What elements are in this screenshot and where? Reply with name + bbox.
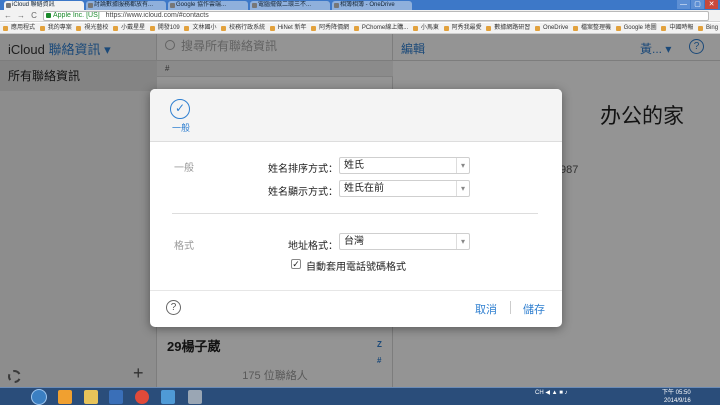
chevron-down-icon: ▾	[456, 234, 469, 249]
browser-toolbar: ← → C Apple Inc. [US] https://www.icloud…	[0, 10, 720, 22]
browser-tabstrip: iCloud 聯絡資訊 討論數據服務都放有... Google 協作雲端... …	[0, 0, 720, 10]
browser-tab-3[interactable]: Google 協作雲端...	[168, 1, 248, 10]
chevron-down-icon: ▾	[456, 158, 469, 173]
save-button[interactable]: 儲存	[523, 301, 545, 317]
browser-tab-4[interactable]: 電腦擺做二環三不...	[250, 1, 330, 10]
page-favicon-icon	[334, 3, 339, 8]
sort-order-label: 姓名排序方式：	[268, 164, 338, 175]
chevron-down-icon: ▾	[456, 181, 469, 196]
page-favicon-icon	[252, 3, 257, 8]
button-separator	[510, 301, 511, 314]
minimize-button[interactable]: —	[677, 0, 690, 9]
bookmark-item[interactable]: 數據網路研習	[486, 23, 530, 33]
word-icon[interactable]	[109, 390, 123, 404]
display-order-select[interactable]: 姓氏在前 ▾	[339, 180, 470, 197]
help-icon[interactable]: ?	[166, 300, 181, 315]
bookmark-item[interactable]: 小戴星星	[113, 23, 145, 33]
address-format-label: 地址格式：	[288, 241, 338, 252]
bookmark-item[interactable]: 校務行政系統	[221, 23, 265, 33]
dialog-header	[150, 89, 562, 142]
auto-phone-format-checkbox[interactable]: ✓	[291, 259, 301, 269]
bookmark-item[interactable]: Bing 翻譯	[698, 23, 720, 33]
taskbar-clock[interactable]: 下午 05:50 2014/9/16	[662, 389, 691, 405]
icloud-favicon-icon	[6, 3, 11, 8]
address-bar[interactable]: Apple Inc. [US] https://www.icloud.com/#…	[43, 11, 709, 21]
bookmark-item[interactable]: 中國時報	[661, 23, 693, 33]
window-controls: — ▢ ✕	[677, 0, 718, 9]
cancel-button[interactable]: 取消	[475, 301, 497, 317]
bookmark-item[interactable]: 開發109	[149, 23, 180, 33]
dialog-divider	[172, 213, 538, 214]
check-circle-icon[interactable]: ✓	[170, 99, 190, 119]
sort-order-select[interactable]: 姓氏 ▾	[339, 157, 470, 174]
bookmark-item[interactable]: 阿秀我最愛	[443, 23, 482, 33]
dialog-footer-divider	[150, 290, 562, 291]
folder-icon[interactable]	[84, 390, 98, 404]
bookmark-item[interactable]: HiNet 新年	[269, 23, 306, 33]
media-player-icon[interactable]	[58, 390, 72, 404]
section-general-label: 一般	[174, 163, 194, 174]
bookmark-item[interactable]: Google 地圖	[615, 23, 657, 33]
forward-button[interactable]: →	[16, 11, 26, 21]
bookmarks-bar: 應用程式 我的專案 視光藝校 小戴星星 開發109 文林國小 校務行政系統 Hi…	[0, 23, 720, 34]
bookmark-item[interactable]: PChome線上購...	[353, 23, 408, 33]
bookmark-item[interactable]: 小馬東	[412, 23, 439, 33]
bookmark-item[interactable]: 阿秀降價網	[311, 23, 349, 33]
maximize-button[interactable]: ▢	[691, 0, 704, 9]
chrome-icon[interactable]	[135, 390, 149, 404]
auto-phone-format-label: 自動套用電話號碼格式	[306, 262, 406, 273]
app-icon[interactable]	[188, 390, 202, 404]
browser-tab-5[interactable]: 相簿相簿 - OneDrive	[332, 1, 412, 10]
lock-icon	[46, 13, 51, 18]
bookmark-item[interactable]: 檔案整理機	[572, 23, 611, 33]
ev-certificate-label: Apple Inc. [US]	[53, 12, 100, 19]
preferences-dialog: ✓ 一般 一般 姓名排序方式： 姓氏 ▾ 姓名顯示方式： 姓氏在前 ▾ 格式 地…	[150, 89, 562, 327]
bookmark-item[interactable]: 應用程式	[3, 23, 35, 33]
reload-button[interactable]: C	[29, 11, 39, 21]
url-text: https://www.icloud.com/#contacts	[105, 12, 209, 19]
bookmark-item[interactable]: 我的專案	[39, 23, 72, 33]
bookmark-item[interactable]: 視光藝校	[76, 23, 108, 33]
bookmark-item[interactable]: 文林國小	[184, 23, 216, 33]
close-window-button[interactable]: ✕	[705, 0, 718, 9]
start-button[interactable]	[31, 389, 47, 405]
section-format-label: 格式	[174, 241, 194, 252]
display-order-label: 姓名顯示方式：	[268, 187, 338, 198]
address-format-select[interactable]: 台灣 ▾	[339, 233, 470, 250]
back-button[interactable]: ←	[3, 11, 13, 21]
browser-tab-2[interactable]: 討論數據服務都放有...	[86, 1, 166, 10]
bookmark-item[interactable]: OneDrive	[534, 23, 568, 33]
tab-general[interactable]: 一般	[170, 121, 192, 134]
page-favicon-icon	[170, 3, 175, 8]
browser-tab-icloud[interactable]: iCloud 聯絡資訊	[4, 1, 84, 10]
windows-taskbar: CH ◀ ▲ ■ ♪ 下午 05:50 2014/9/16	[0, 387, 720, 405]
ie-icon[interactable]	[161, 390, 175, 404]
page-favicon-icon	[88, 3, 93, 8]
system-tray[interactable]: CH ◀ ▲ ■ ♪	[535, 389, 568, 396]
